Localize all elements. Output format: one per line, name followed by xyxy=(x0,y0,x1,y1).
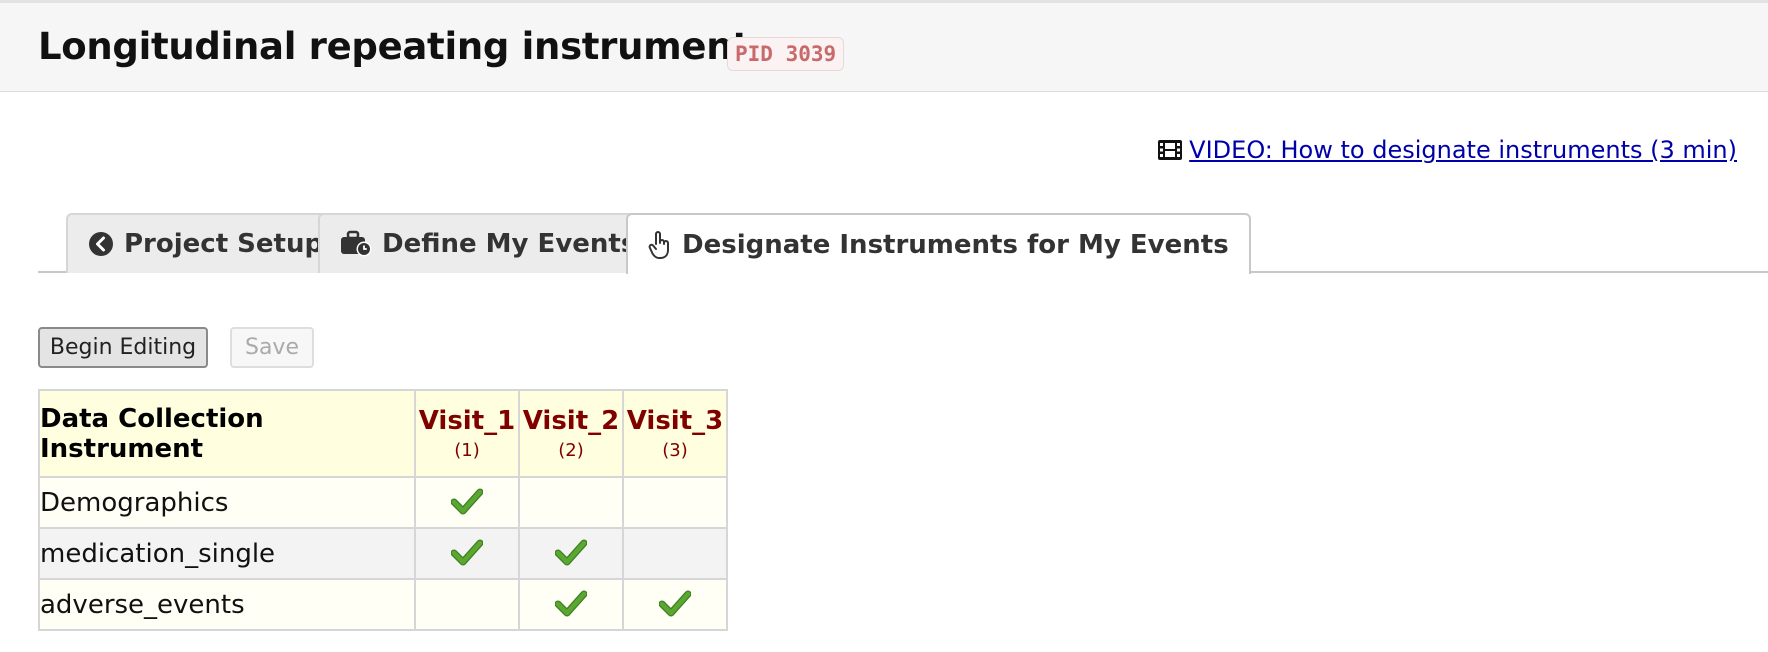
checkmark-icon xyxy=(451,488,483,514)
event-name: Visit_1 xyxy=(418,406,516,436)
briefcase-clock-icon xyxy=(341,230,372,257)
tab-designate-instruments[interactable]: Designate Instruments for My Events xyxy=(626,213,1251,274)
video-link[interactable]: VIDEO: How to designate instruments (3 m… xyxy=(1189,136,1737,164)
event-cell xyxy=(414,578,520,631)
event-cell xyxy=(518,578,624,631)
event-cell xyxy=(518,476,624,529)
instrument-column-header: Data Collection Instrument xyxy=(38,389,416,478)
page-title: Longitudinal repeating instruments xyxy=(38,25,772,68)
event-cell xyxy=(622,527,728,580)
event-header-visit-3: Visit_3 (3) xyxy=(622,389,728,478)
checkmark-icon xyxy=(555,590,587,616)
tab-define-my-events[interactable]: Define My Events xyxy=(318,213,659,273)
checkmark-icon xyxy=(659,590,691,616)
save-button[interactable]: Save xyxy=(230,327,314,368)
tab-label: Designate Instruments for My Events xyxy=(682,229,1229,260)
page-header: Longitudinal repeating instruments PID 3… xyxy=(0,0,1768,92)
table-row: medication_single xyxy=(38,527,728,580)
instrument-event-grid: Data Collection Instrument Visit_1 (1) V… xyxy=(38,389,728,631)
instrument-name: medication_single xyxy=(38,527,416,580)
hand-pointer-icon xyxy=(648,230,669,259)
checkmark-icon xyxy=(555,539,587,565)
event-name: Visit_2 xyxy=(522,406,620,436)
tab-label: Define My Events xyxy=(382,229,637,259)
event-number: (1) xyxy=(454,440,480,461)
event-cell xyxy=(518,527,624,580)
event-cell xyxy=(414,527,520,580)
event-number: (3) xyxy=(662,440,688,461)
event-number: (2) xyxy=(558,440,584,461)
tab-project-setup[interactable]: Project Setup xyxy=(66,213,346,273)
video-link-container[interactable]: VIDEO: How to designate instruments (3 m… xyxy=(1157,136,1737,164)
event-cell xyxy=(622,476,728,529)
film-icon xyxy=(1158,140,1183,160)
event-header-visit-1: Visit_1 (1) xyxy=(414,389,520,478)
begin-editing-button[interactable]: Begin Editing xyxy=(38,327,208,368)
event-cell xyxy=(622,578,728,631)
event-name: Visit_3 xyxy=(626,406,724,436)
table-row: adverse_events xyxy=(38,578,728,631)
table-row: Demographics xyxy=(38,476,728,529)
event-cell xyxy=(414,476,520,529)
checkmark-icon xyxy=(451,539,483,565)
event-header-visit-2: Visit_2 (2) xyxy=(518,389,624,478)
pid-badge: PID 3039 xyxy=(727,37,845,71)
chevron-left-circle-icon xyxy=(89,232,113,256)
instrument-name: Demographics xyxy=(38,476,416,529)
tab-label: Project Setup xyxy=(124,229,324,259)
instrument-name: adverse_events xyxy=(38,578,416,631)
